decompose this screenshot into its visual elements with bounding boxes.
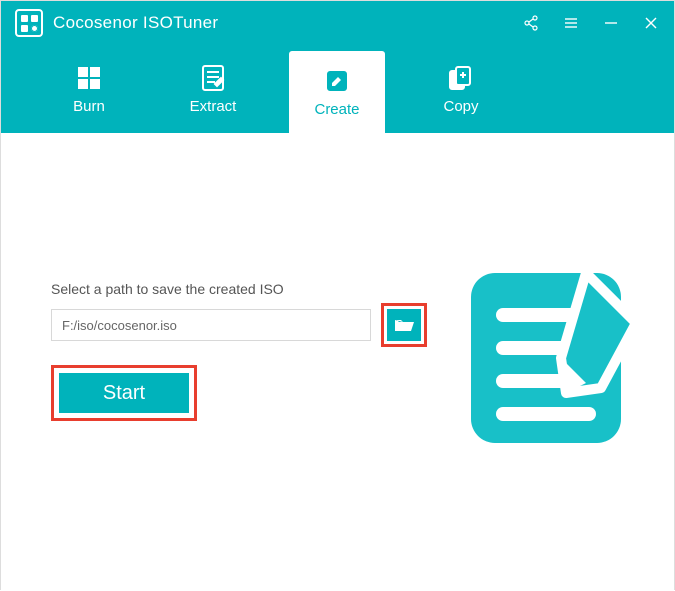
app-title: Cocosenor ISOTuner xyxy=(53,13,218,33)
title-bar: Cocosenor ISOTuner xyxy=(1,1,674,45)
start-button[interactable]: Start xyxy=(59,373,189,413)
start-button-label: Start xyxy=(103,382,145,405)
tab-label: Extract xyxy=(190,98,237,115)
close-button[interactable] xyxy=(642,14,660,32)
tab-extract[interactable]: Extract xyxy=(165,45,261,133)
extract-icon xyxy=(199,64,227,92)
tab-burn[interactable]: Burn xyxy=(41,45,137,133)
tab-label: Copy xyxy=(443,98,478,115)
browse-button[interactable] xyxy=(387,309,421,341)
browse-highlight xyxy=(381,303,427,347)
copy-icon xyxy=(447,64,475,92)
save-path-input[interactable] xyxy=(51,309,371,341)
minimize-button[interactable] xyxy=(602,14,620,32)
menu-icon[interactable] xyxy=(562,14,580,32)
share-icon[interactable] xyxy=(522,14,540,32)
main-toolbar: Burn Extract Create Copy xyxy=(1,45,674,133)
content-panel: Select a path to save the created ISO St… xyxy=(1,133,674,591)
app-logo-icon xyxy=(15,9,43,37)
tab-create[interactable]: Create xyxy=(289,51,385,133)
create-illustration-icon xyxy=(461,253,646,453)
tab-copy[interactable]: Copy xyxy=(413,45,509,133)
path-label: Select a path to save the created ISO xyxy=(51,281,461,297)
tab-label: Create xyxy=(314,101,359,118)
start-highlight: Start xyxy=(51,365,197,421)
path-row xyxy=(51,303,461,347)
folder-open-icon xyxy=(394,317,414,333)
tab-label: Burn xyxy=(73,98,105,115)
create-icon xyxy=(323,67,351,95)
burn-icon xyxy=(75,64,103,92)
create-form: Select a path to save the created ISO St… xyxy=(51,281,461,421)
